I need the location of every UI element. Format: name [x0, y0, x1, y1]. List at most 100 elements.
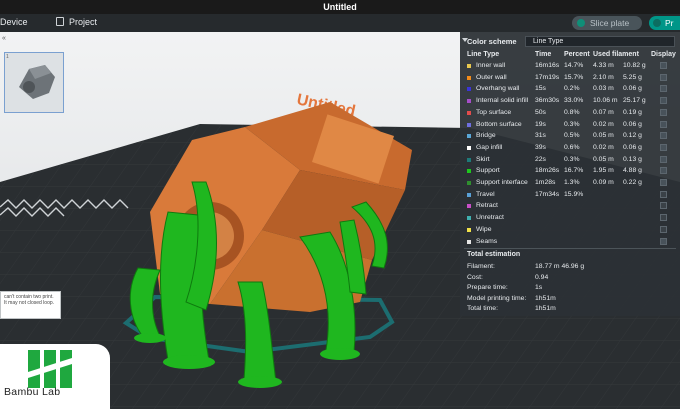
line-type-time: 36m30s: [535, 97, 560, 105]
color-scheme-panel: Color scheme Line Type Line Type Time Pe…: [460, 32, 680, 316]
line-type-name: Internal solid infill: [476, 97, 529, 105]
legend-row: Unretract: [460, 213, 680, 223]
line-type-name: Seams: [476, 237, 498, 245]
estimation-value: 1h51m: [535, 294, 556, 302]
line-type-percent: 15.9%: [564, 190, 584, 198]
line-type-time: 39s: [535, 143, 546, 151]
device-tab[interactable]: Device: [0, 17, 28, 27]
plate-number: 1: [6, 54, 9, 60]
print-button[interactable]: Pr: [649, 16, 680, 30]
line-type-name: Top surface: [476, 108, 512, 116]
display-toggle[interactable]: [660, 85, 667, 93]
line-type-swatch: [467, 169, 471, 174]
estimation-value: 18.77 m 46.96 g: [535, 263, 585, 270]
plate-thumbnail[interactable]: [4, 52, 64, 113]
window-title: Untitled: [0, 0, 680, 14]
line-type-percent: 14.7%: [564, 62, 584, 69]
line-type-percent: 0.8%: [564, 108, 580, 116]
line-type-time: 31s: [535, 132, 546, 140]
line-type-weight: 5.25 g: [623, 73, 642, 81]
legend-row: Travel 17m34s 15.9%: [460, 190, 680, 200]
line-type-weight: 25.17 g: [623, 97, 646, 105]
line-type-swatch: [467, 99, 471, 104]
line-type-weight: 4.88 g: [623, 167, 642, 175]
line-type-length: 4.33 m: [593, 62, 614, 69]
legend-row: Seams: [460, 237, 680, 247]
header-display: Display: [651, 51, 676, 58]
estimation-divider: [464, 248, 676, 249]
estimation-value: 1h51m: [535, 305, 556, 312]
color-scheme-title: Color scheme: [467, 37, 517, 46]
line-type-time: 19s: [535, 120, 546, 128]
collapse-left-icon[interactable]: «: [2, 35, 6, 42]
estimation-label: Cost:: [467, 273, 483, 281]
line-type-swatch: [467, 87, 471, 92]
brand-logo-box: [0, 344, 110, 409]
chevron-down-icon[interactable]: [577, 19, 585, 27]
estimation-row: Filament: 18.77 m 46.96 g: [467, 262, 677, 272]
display-toggle[interactable]: [660, 202, 667, 210]
display-toggle[interactable]: [660, 155, 667, 163]
chevron-down-icon[interactable]: [653, 19, 661, 27]
line-type-length: 1.95 m: [593, 167, 614, 175]
line-type-percent: 15.7%: [564, 73, 584, 81]
display-toggle[interactable]: [660, 97, 667, 105]
display-toggle[interactable]: [660, 108, 667, 116]
line-type-time: 17m19s: [535, 73, 560, 81]
line-type-name: Travel: [476, 190, 495, 198]
line-type-length: 0.07 m: [593, 108, 614, 116]
estimation-label: Model printing time:: [467, 294, 527, 302]
slice-plate-button[interactable]: Slice plate: [572, 16, 642, 30]
line-type-name: Inner wall: [476, 62, 506, 69]
line-type-weight: 10.82 g: [623, 62, 646, 69]
display-toggle[interactable]: [660, 237, 667, 245]
bambu-logo-icon: [28, 350, 72, 388]
display-toggle[interactable]: [660, 143, 667, 151]
display-toggle[interactable]: [660, 179, 667, 186]
legend-row: Wipe: [460, 225, 680, 235]
slice-plate-label: Slice plate: [590, 18, 630, 28]
line-type-name: Bridge: [476, 132, 496, 140]
line-type-percent: 0.3%: [564, 120, 580, 128]
display-toggle[interactable]: [660, 132, 667, 140]
display-toggle[interactable]: [660, 167, 667, 175]
line-type-swatch: [467, 145, 471, 150]
display-toggle[interactable]: [660, 214, 667, 222]
line-type-time: 22s: [535, 155, 546, 163]
line-type-swatch: [467, 192, 471, 197]
header-used-filament: Used filament: [593, 51, 639, 58]
line-type-swatch: [467, 204, 471, 209]
legend-row: Inner wall 16m16s 14.7% 4.33 m 10.82 g: [460, 61, 680, 71]
header-percent: Percent: [564, 51, 590, 58]
display-toggle[interactable]: [660, 73, 667, 81]
warning-tooltip: can't contain two print. It may not clos…: [0, 291, 61, 319]
line-type-swatch: [467, 122, 471, 127]
top-toolbar: Device Project Slice plate Pr: [0, 14, 680, 32]
display-toggle[interactable]: [660, 190, 667, 198]
display-toggle[interactable]: [660, 225, 667, 233]
display-toggle[interactable]: [660, 62, 667, 69]
line-type-swatch: [467, 64, 471, 68]
line-type-name: Skirt: [476, 155, 490, 163]
estimation-row: Total time: 1h51m: [467, 304, 677, 314]
line-type-length: 0.05 m: [593, 155, 614, 163]
line-type-swatch: [467, 157, 471, 162]
display-toggle[interactable]: [660, 120, 667, 128]
line-type-time: 50s: [535, 108, 546, 116]
header-time: Time: [535, 51, 552, 58]
color-scheme-select[interactable]: Line Type: [525, 36, 675, 47]
estimation-value: 0.94: [535, 273, 549, 281]
line-type-length: 0.03 m: [593, 85, 614, 93]
line-type-name: Bottom surface: [476, 120, 522, 128]
line-type-weight: 0.22 g: [623, 179, 642, 186]
line-type-time: 15s: [535, 85, 546, 93]
line-type-percent: 0.3%: [564, 155, 580, 163]
project-tab[interactable]: Project: [69, 17, 97, 27]
line-type-name: Wipe: [476, 225, 492, 233]
line-type-swatch: [467, 239, 471, 244]
estimation-row: Prepare time: 1s: [467, 283, 677, 293]
line-type-length: 0.02 m: [593, 120, 614, 128]
line-type-swatch: [467, 75, 471, 80]
line-type-length: 0.02 m: [593, 143, 614, 151]
line-type-time: 17m34s: [535, 190, 560, 198]
